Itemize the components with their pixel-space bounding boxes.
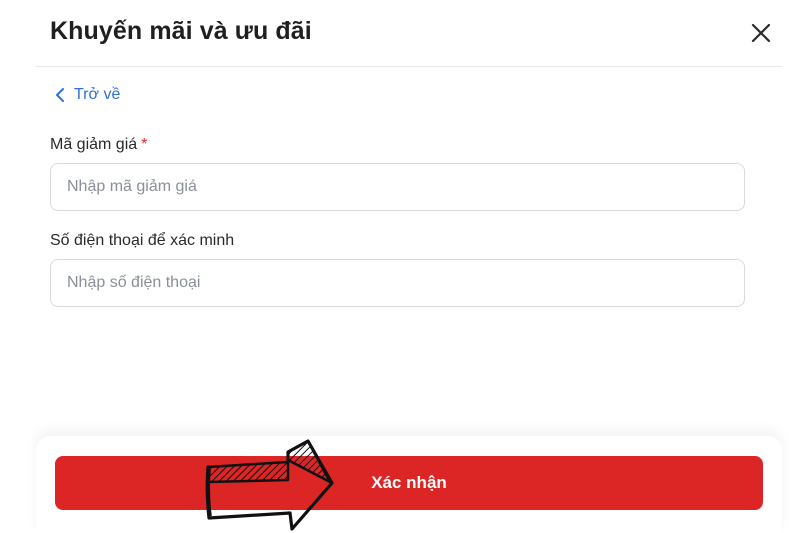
- modal-title: Khuyến mãi và ưu đãi: [50, 17, 312, 45]
- coupon-label: Mã giảm giá *: [50, 136, 147, 154]
- coupon-code-input[interactable]: [50, 163, 745, 211]
- confirm-button[interactable]: Xác nhận: [55, 456, 763, 510]
- phone-label: Số điện thoại để xác minh: [50, 232, 235, 249]
- phone-number-input[interactable]: [50, 259, 745, 307]
- back-link[interactable]: Trở về: [54, 84, 120, 106]
- close-icon: [751, 23, 771, 43]
- required-mark: *: [141, 136, 148, 153]
- coupon-label-text: Mã giảm giá: [50, 136, 138, 153]
- promotion-modal: Khuyến mãi và ưu đãi Trở về Mã giảm giá *…: [0, 0, 800, 533]
- modal-header: Khuyến mãi và ưu đãi: [0, 0, 800, 66]
- chevron-left-icon: [56, 88, 64, 102]
- back-link-label: Trở về: [74, 86, 121, 103]
- close-button[interactable]: [748, 20, 774, 46]
- header-divider: [36, 66, 782, 67]
